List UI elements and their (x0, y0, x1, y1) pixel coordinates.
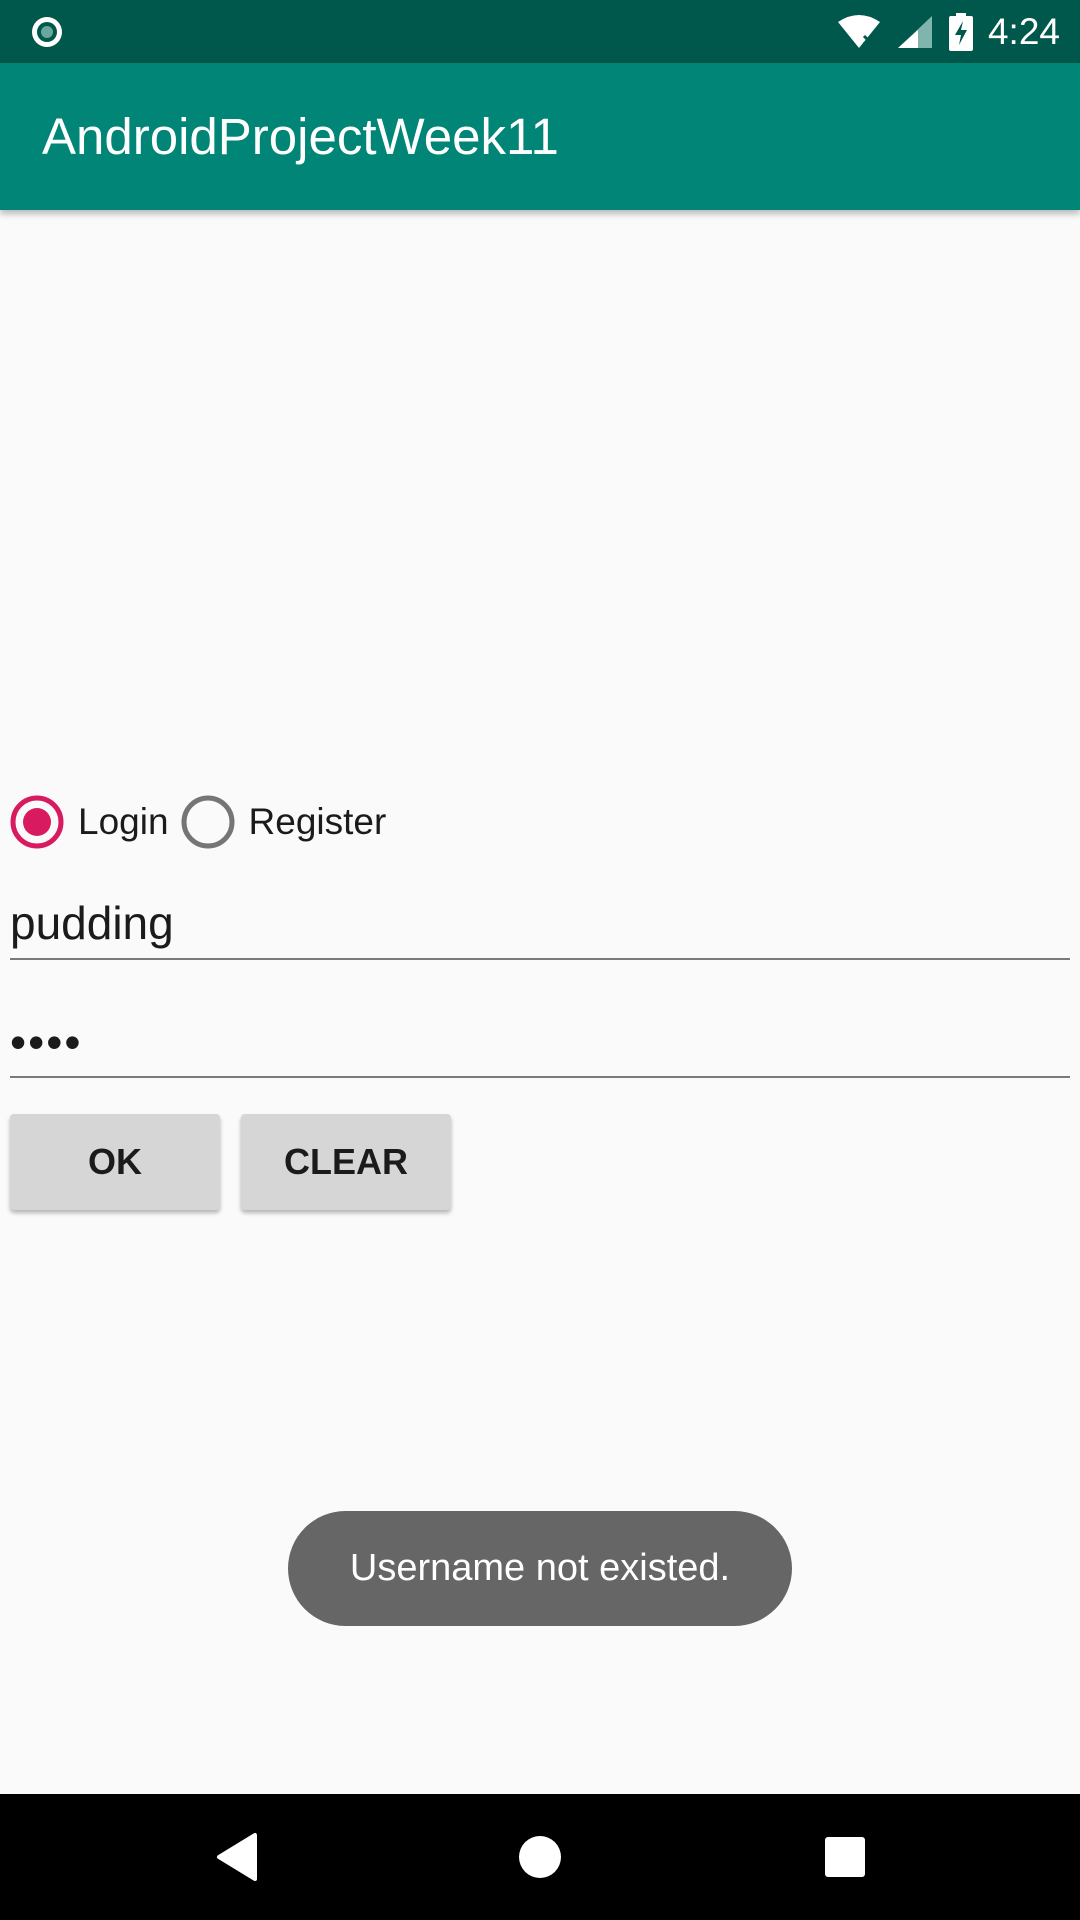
app-title: AndroidProjectWeek11 (42, 108, 559, 165)
clear-button[interactable]: CLEAR (241, 1114, 451, 1210)
app-bar: AndroidProjectWeek11 (0, 63, 1080, 210)
recents-icon (825, 1837, 865, 1877)
home-icon (519, 1836, 561, 1878)
home-button[interactable] (477, 1794, 603, 1920)
login-radio[interactable]: Login (10, 790, 169, 854)
status-time: 4:24 (987, 11, 1060, 52)
username-input[interactable]: pudding (10, 888, 1070, 960)
back-icon (217, 1833, 257, 1881)
login-radio-label: Login (78, 801, 169, 842)
toast-message: Username not existed. (288, 1511, 792, 1626)
radio-unchecked-icon (181, 795, 235, 849)
recents-button[interactable] (782, 1794, 908, 1920)
register-radio-label: Register (248, 801, 387, 842)
ok-button[interactable]: OK (10, 1114, 220, 1210)
back-button[interactable] (174, 1794, 300, 1920)
screen: 4:24 AndroidProjectWeek11 Login Register… (0, 0, 1080, 1920)
mode-radio-group: Login Register (10, 790, 398, 854)
register-radio[interactable]: Register (181, 790, 387, 854)
battery-charging-icon (948, 12, 973, 51)
status-bar: 4:24 (0, 0, 1080, 63)
navigation-bar (0, 1794, 1080, 1920)
password-input[interactable]: •••• (10, 1008, 1070, 1078)
radio-checked-icon (10, 795, 64, 849)
cellular-signal-icon (897, 15, 932, 48)
wifi-icon (837, 14, 880, 48)
notification-circle-icon (32, 17, 62, 47)
status-icons: 4:24 (836, 0, 1060, 63)
